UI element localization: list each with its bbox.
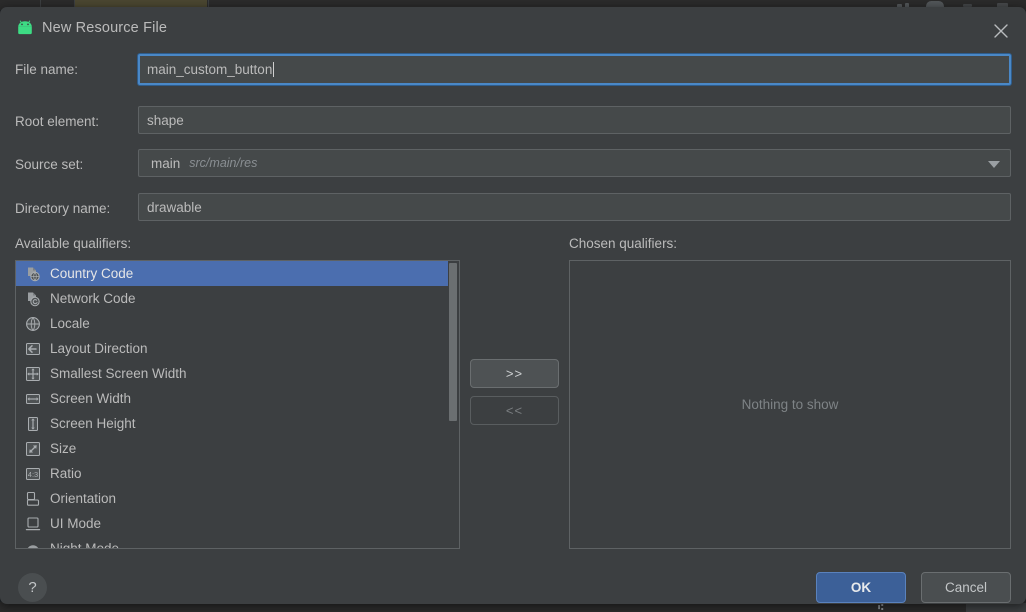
night-mode-icon: [25, 541, 41, 548]
dialog-titlebar: New Resource File: [0, 7, 1026, 48]
source-set-combobox[interactable]: main src/main/res: [138, 149, 1011, 177]
qualifier-item-label: Ratio: [50, 466, 82, 481]
diagonal-arrow-icon: [25, 441, 41, 457]
qualifier-item-label: Network Code: [50, 291, 136, 306]
qualifier-item-label: Locale: [50, 316, 90, 331]
arrow-left-icon: [25, 341, 41, 357]
ratio-icon: 4:3: [25, 466, 41, 482]
android-robot-icon: [14, 20, 36, 36]
qualifier-item-ratio[interactable]: 4:3 Ratio: [16, 461, 459, 486]
source-set-value: main: [151, 155, 181, 171]
root-element-value: shape: [147, 112, 184, 128]
source-set-label: Source set:: [15, 157, 84, 172]
list-scrollbar-thumb[interactable]: [449, 263, 457, 421]
qualifier-item-label: Country Code: [50, 266, 134, 281]
help-button[interactable]: ?: [18, 573, 47, 602]
qualifier-item-screen-width[interactable]: Screen Width: [16, 386, 459, 411]
qualifier-item-label: Smallest Screen Width: [50, 366, 187, 381]
qualifier-item-label: Layout Direction: [50, 341, 148, 356]
cancel-button[interactable]: Cancel: [921, 572, 1011, 603]
ide-status-segment: [966, 603, 1026, 612]
qualifier-item-network-code[interactable]: Network Code: [16, 286, 459, 311]
new-resource-file-dialog: New Resource File File name: main_custom…: [0, 7, 1026, 604]
qualifier-item-country-code[interactable]: Country Code: [16, 261, 459, 286]
file-name-value: main_custom_button: [147, 62, 273, 77]
resize-all-icon: [25, 366, 41, 382]
qualifier-item-label: UI Mode: [50, 516, 102, 531]
file-name-input[interactable]: main_custom_button: [138, 54, 1011, 85]
globe-icon: [25, 316, 41, 332]
qualifier-item-label: Orientation: [50, 491, 117, 506]
qualifier-item-size[interactable]: Size: [16, 436, 459, 461]
directory-name-label: Directory name:: [15, 201, 111, 216]
qualifier-item-smallest-screen-width[interactable]: Smallest Screen Width: [16, 361, 459, 386]
remove-qualifier-button[interactable]: <<: [470, 396, 559, 425]
qualifier-rows: Country Code Network Code Locale Layout Dir…: [16, 261, 459, 549]
qualifier-item-layout-direction[interactable]: Layout Direction: [16, 336, 459, 361]
qualifier-item-screen-height[interactable]: Screen Height: [16, 411, 459, 436]
dialog-title: New Resource File: [42, 20, 168, 36]
available-qualifiers-caption: Available qualifiers:: [15, 236, 132, 251]
svg-text:4:3: 4:3: [28, 470, 38, 479]
ui-mode-icon: [25, 516, 41, 532]
root-element-input[interactable]: shape: [138, 106, 1011, 134]
orientation-icon: [25, 491, 41, 507]
chosen-qualifiers-list[interactable]: Nothing to show: [569, 260, 1011, 549]
qualifier-item-night-mode[interactable]: Night Mode: [16, 536, 459, 549]
country-code-icon: [25, 266, 41, 282]
chevron-down-icon[interactable]: [988, 161, 1000, 168]
add-qualifier-button[interactable]: >>: [470, 359, 559, 388]
close-icon[interactable]: [988, 18, 1014, 44]
arrow-horizontal-icon: [25, 391, 41, 407]
arrow-vertical-icon: [25, 416, 41, 432]
network-code-icon: [25, 291, 41, 307]
text-caret: [273, 62, 275, 77]
qualifier-item-ui-mode[interactable]: UI Mode: [16, 511, 459, 536]
screen: ⑆ New Resource File File name: main_cust…: [0, 0, 1026, 612]
qualifier-item-label: Screen Height: [50, 416, 136, 431]
root-element-label: Root element:: [15, 114, 100, 129]
qualifier-item-locale[interactable]: Locale: [16, 311, 459, 336]
qualifier-item-orientation[interactable]: Orientation: [16, 486, 459, 511]
ok-button[interactable]: OK: [816, 572, 906, 603]
directory-name-input[interactable]: drawable: [138, 193, 1011, 221]
file-name-label: File name:: [15, 62, 79, 77]
qualifier-item-label: Screen Width: [50, 391, 132, 406]
empty-state-message: Nothing to show: [741, 397, 839, 412]
list-scrollbar-track[interactable]: [448, 261, 459, 548]
chosen-qualifiers-caption: Chosen qualifiers:: [569, 236, 678, 251]
available-qualifiers-list[interactable]: Country Code Network Code Locale Layout Dir…: [15, 260, 460, 549]
qualifier-item-label: Night Mode: [50, 541, 120, 549]
source-set-path: src/main/res: [189, 156, 258, 170]
directory-name-value: drawable: [147, 199, 202, 215]
qualifier-item-label: Size: [50, 441, 77, 456]
